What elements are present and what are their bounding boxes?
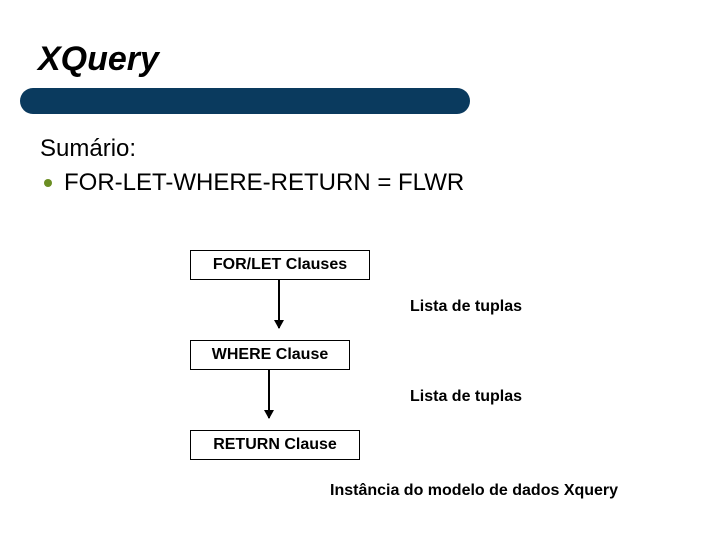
bullet-text: FOR-LET-WHERE-RETURN = FLWR (64, 169, 464, 197)
summary-label: Sumário: (40, 135, 464, 163)
content-block: Sumário: FOR-LET-WHERE-RETURN = FLWR (40, 135, 464, 197)
title-underline-bar (20, 88, 470, 114)
annotation-instance: Instância do modelo de dados Xquery (330, 482, 618, 500)
box-return: RETURN Clause (190, 430, 360, 460)
box-forlet: FOR/LET Clauses (190, 250, 370, 280)
annotation-tuples-2: Lista de tuplas (410, 388, 522, 406)
bullet-row: FOR-LET-WHERE-RETURN = FLWR (44, 169, 464, 197)
annotation-tuples-1: Lista de tuplas (410, 298, 522, 316)
bullet-icon (44, 179, 52, 187)
slide-title: XQuery (38, 40, 159, 79)
slide-title-area: XQuery (38, 40, 159, 79)
box-where: WHERE Clause (190, 340, 350, 370)
arrow-down-icon (268, 370, 270, 418)
arrow-down-icon (278, 280, 280, 328)
